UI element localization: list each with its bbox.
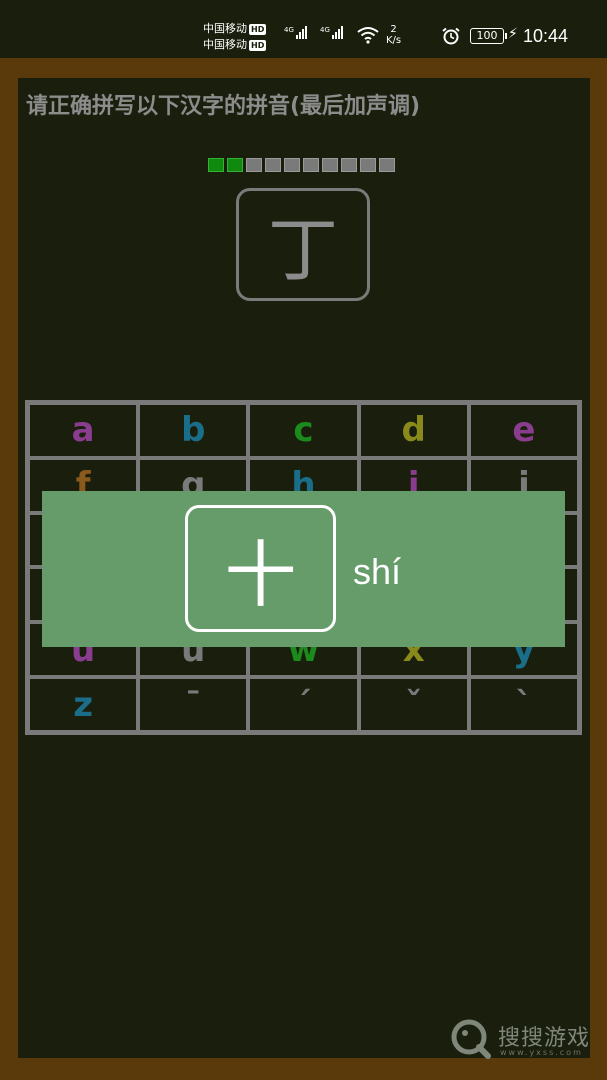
key-button[interactable]: ˇ: [358, 677, 469, 732]
progress-square: [208, 158, 224, 172]
carrier-2: 中国移动 HD: [203, 38, 267, 51]
watermark: 搜搜游戏 www.yxss.com: [450, 1016, 600, 1062]
hd-badge-1: HD: [249, 24, 267, 35]
alarm-clock-icon: [442, 27, 460, 45]
popup-character-box: 十: [185, 505, 336, 632]
key-button[interactable]: ˋ: [468, 677, 579, 732]
key-button[interactable]: a: [28, 403, 139, 458]
carrier-1: 中国移动 HD: [203, 22, 267, 35]
key-button[interactable]: b: [138, 403, 249, 458]
popup-pinyin: shí: [353, 551, 402, 592]
watermark-url: www.yxss.com: [500, 1048, 583, 1057]
key-button[interactable]: ˉ: [138, 677, 249, 732]
charging-bolt-icon: ⚡: [508, 26, 518, 42]
carrier-2-label: 中国移动: [203, 38, 247, 51]
answer-popup[interactable]: 十 shí: [42, 491, 565, 647]
progress-square: [379, 158, 395, 172]
battery-level: 100: [476, 29, 498, 42]
key-button[interactable]: e: [468, 403, 579, 458]
progress-square: [303, 158, 319, 172]
network-speed: 2 K/s: [386, 24, 401, 46]
signal-2-icon: 4G: [320, 26, 343, 39]
network-speed-unit: K/s: [386, 35, 402, 46]
network-speed-value: 2: [390, 24, 397, 35]
progress-square: [341, 158, 357, 172]
progress-square: [227, 158, 243, 172]
watermark-logo-icon: [451, 1019, 491, 1059]
signal-1-icon: 4G: [284, 26, 307, 39]
network-type-2: 4G: [320, 26, 330, 34]
key-button[interactable]: c: [248, 403, 359, 458]
progress-square: [360, 158, 376, 172]
status-time: 10:44: [523, 26, 569, 46]
instruction-text: 请正确拼写以下汉字的拼音(最后加声调): [26, 94, 421, 119]
key-button[interactable]: z: [28, 677, 139, 732]
key-button[interactable]: d: [358, 403, 469, 458]
progress-indicator: [208, 158, 395, 172]
progress-square: [246, 158, 262, 172]
current-character-box: 丁: [236, 188, 370, 301]
hd-badge-2: HD: [249, 40, 267, 51]
status-bar: 中国移动 HD 中国移动 HD 4G 4G 2 K/s 100 ⚡ 10:44: [0, 0, 607, 58]
progress-square: [322, 158, 338, 172]
battery-icon: 100: [470, 28, 507, 44]
network-type-1: 4G: [284, 26, 294, 34]
popup-character: 十: [224, 533, 297, 617]
carrier-1-label: 中国移动: [203, 22, 247, 35]
progress-square: [284, 158, 300, 172]
key-button[interactable]: ˊ: [248, 677, 359, 732]
wifi-icon: [357, 27, 379, 44]
current-character: 丁: [268, 209, 338, 291]
progress-square: [265, 158, 281, 172]
